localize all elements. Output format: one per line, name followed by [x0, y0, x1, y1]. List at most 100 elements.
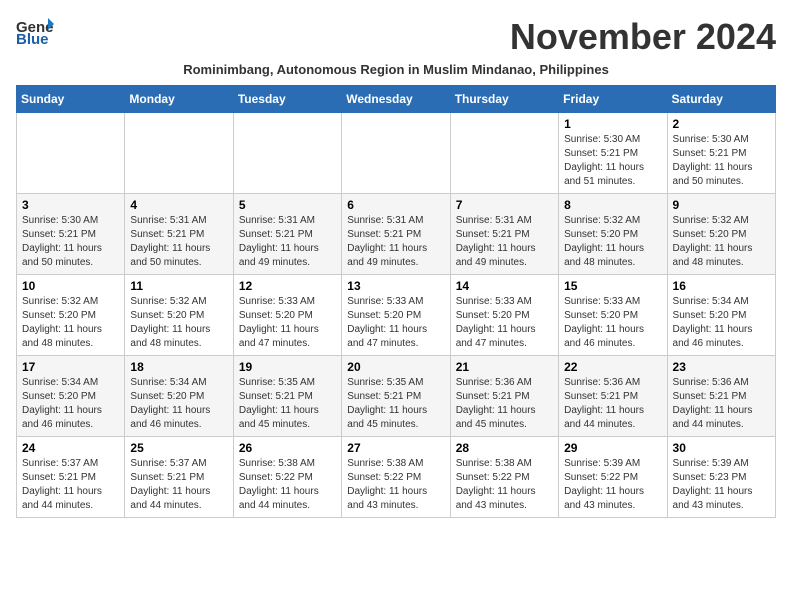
day-info: Sunrise: 5:37 AM Sunset: 5:21 PM Dayligh…	[130, 457, 227, 513]
calendar-week-row: 17 Sunrise: 5:34 AM Sunset: 5:20 PM Dayli…	[17, 356, 776, 437]
calendar-cell: 15 Sunrise: 5:33 AM Sunset: 5:20 PM Dayli…	[559, 275, 667, 356]
day-info: Sunrise: 5:33 AM Sunset: 5:20 PM Dayligh…	[239, 295, 336, 351]
day-info: Sunrise: 5:31 AM Sunset: 5:21 PM Dayligh…	[347, 214, 444, 270]
day-info: Sunrise: 5:31 AM Sunset: 5:21 PM Dayligh…	[239, 214, 336, 270]
day-number: 8	[564, 198, 661, 212]
day-info: Sunrise: 5:33 AM Sunset: 5:20 PM Dayligh…	[564, 295, 661, 351]
calendar-cell: 7 Sunrise: 5:31 AM Sunset: 5:21 PM Daylig…	[450, 194, 558, 275]
day-info: Sunrise: 5:31 AM Sunset: 5:21 PM Dayligh…	[130, 214, 227, 270]
calendar-cell	[233, 113, 341, 194]
day-info: Sunrise: 5:33 AM Sunset: 5:20 PM Dayligh…	[347, 295, 444, 351]
day-number: 6	[347, 198, 444, 212]
day-number: 24	[22, 441, 119, 455]
day-info: Sunrise: 5:36 AM Sunset: 5:21 PM Dayligh…	[564, 376, 661, 432]
calendar-cell: 10 Sunrise: 5:32 AM Sunset: 5:20 PM Dayli…	[17, 275, 125, 356]
day-number: 16	[673, 279, 770, 293]
day-number: 13	[347, 279, 444, 293]
day-number: 17	[22, 360, 119, 374]
calendar-cell: 28Sunrise: 5:38 AM Sunset: 5:22 PM Dayli…	[450, 437, 558, 518]
day-number: 12	[239, 279, 336, 293]
calendar-cell: 29 Sunrise: 5:39 AM Sunset: 5:22 PM Dayli…	[559, 437, 667, 518]
day-number: 26	[239, 441, 336, 455]
calendar-cell: 12 Sunrise: 5:33 AM Sunset: 5:20 PM Dayli…	[233, 275, 341, 356]
day-number: 20	[347, 360, 444, 374]
calendar-day-header: Saturday	[667, 86, 775, 113]
calendar-cell: 22 Sunrise: 5:36 AM Sunset: 5:21 PM Dayli…	[559, 356, 667, 437]
day-number: 18	[130, 360, 227, 374]
calendar-cell: 21 Sunrise: 5:36 AM Sunset: 5:21 PM Dayli…	[450, 356, 558, 437]
day-info: Sunrise: 5:34 AM Sunset: 5:20 PM Dayligh…	[673, 295, 770, 351]
calendar-cell: 18 Sunrise: 5:34 AM Sunset: 5:20 PM Dayli…	[125, 356, 233, 437]
day-number: 7	[456, 198, 553, 212]
calendar-week-row: 24 Sunrise: 5:37 AM Sunset: 5:21 PM Dayli…	[17, 437, 776, 518]
calendar-cell: 30Sunrise: 5:39 AM Sunset: 5:23 PM Dayli…	[667, 437, 775, 518]
day-number: 25	[130, 441, 227, 455]
day-number: 10	[22, 279, 119, 293]
calendar-cell: 17 Sunrise: 5:34 AM Sunset: 5:20 PM Dayli…	[17, 356, 125, 437]
day-number: 30	[673, 441, 770, 455]
day-info: Sunrise: 5:32 AM Sunset: 5:20 PM Dayligh…	[673, 214, 770, 270]
day-info: Sunrise: 5:38 AM Sunset: 5:22 PM Dayligh…	[239, 457, 336, 513]
day-info: Sunrise: 5:37 AM Sunset: 5:21 PM Dayligh…	[22, 457, 119, 513]
calendar-cell	[17, 113, 125, 194]
day-info: Sunrise: 5:36 AM Sunset: 5:21 PM Dayligh…	[456, 376, 553, 432]
day-number: 5	[239, 198, 336, 212]
day-number: 3	[22, 198, 119, 212]
calendar-week-row: 10 Sunrise: 5:32 AM Sunset: 5:20 PM Dayli…	[17, 275, 776, 356]
day-info: Sunrise: 5:32 AM Sunset: 5:20 PM Dayligh…	[130, 295, 227, 351]
calendar-subtitle: Rominimbang, Autonomous Region in Muslim…	[16, 62, 776, 77]
calendar-cell: 3 Sunrise: 5:30 AM Sunset: 5:21 PM Daylig…	[17, 194, 125, 275]
calendar-day-header: Wednesday	[342, 86, 450, 113]
day-info: Sunrise: 5:31 AM Sunset: 5:21 PM Dayligh…	[456, 214, 553, 270]
logo-icon: General Blue	[16, 16, 54, 46]
calendar-cell: 6 Sunrise: 5:31 AM Sunset: 5:21 PM Daylig…	[342, 194, 450, 275]
calendar-cell	[342, 113, 450, 194]
calendar-day-header: Tuesday	[233, 86, 341, 113]
calendar-cell: 25 Sunrise: 5:37 AM Sunset: 5:21 PM Dayli…	[125, 437, 233, 518]
day-number: 15	[564, 279, 661, 293]
day-number: 22	[564, 360, 661, 374]
day-number: 21	[456, 360, 553, 374]
day-number: 29	[564, 441, 661, 455]
day-info: Sunrise: 5:35 AM Sunset: 5:21 PM Dayligh…	[347, 376, 444, 432]
day-info: Sunrise: 5:35 AM Sunset: 5:21 PM Dayligh…	[239, 376, 336, 432]
calendar-cell: 23 Sunrise: 5:36 AM Sunset: 5:21 PM Dayli…	[667, 356, 775, 437]
calendar-cell: 14 Sunrise: 5:33 AM Sunset: 5:20 PM Dayli…	[450, 275, 558, 356]
day-number: 1	[564, 117, 661, 131]
calendar-header-row: SundayMondayTuesdayWednesdayThursdayFrid…	[17, 86, 776, 113]
day-info: Sunrise: 5:38 AM Sunset: 5:22 PM Dayligh…	[347, 457, 444, 513]
calendar-day-header: Monday	[125, 86, 233, 113]
day-number: 19	[239, 360, 336, 374]
svg-text:Blue: Blue	[16, 31, 49, 46]
calendar-cell: 2Sunrise: 5:30 AM Sunset: 5:21 PM Daylig…	[667, 113, 775, 194]
day-number: 4	[130, 198, 227, 212]
day-info: Sunrise: 5:38 AM Sunset: 5:22 PM Dayligh…	[456, 457, 553, 513]
day-number: 11	[130, 279, 227, 293]
calendar-table: SundayMondayTuesdayWednesdayThursdayFrid…	[16, 85, 776, 518]
day-number: 23	[673, 360, 770, 374]
logo: General Blue	[16, 16, 58, 51]
day-number: 27	[347, 441, 444, 455]
day-info: Sunrise: 5:34 AM Sunset: 5:20 PM Dayligh…	[130, 376, 227, 432]
calendar-day-header: Friday	[559, 86, 667, 113]
calendar-week-row: 1 Sunrise: 5:30 AM Sunset: 5:21 PM Daylig…	[17, 113, 776, 194]
calendar-cell: 8 Sunrise: 5:32 AM Sunset: 5:20 PM Daylig…	[559, 194, 667, 275]
calendar-cell: 16 Sunrise: 5:34 AM Sunset: 5:20 PM Dayli…	[667, 275, 775, 356]
day-info: Sunrise: 5:39 AM Sunset: 5:22 PM Dayligh…	[564, 457, 661, 513]
calendar-cell: 1 Sunrise: 5:30 AM Sunset: 5:21 PM Daylig…	[559, 113, 667, 194]
day-info: Sunrise: 5:32 AM Sunset: 5:20 PM Dayligh…	[22, 295, 119, 351]
month-title: November 2024	[510, 16, 776, 58]
day-info: Sunrise: 5:30 AM Sunset: 5:21 PM Dayligh…	[673, 133, 770, 189]
day-info: Sunrise: 5:36 AM Sunset: 5:21 PM Dayligh…	[673, 376, 770, 432]
day-info: Sunrise: 5:30 AM Sunset: 5:21 PM Dayligh…	[22, 214, 119, 270]
day-info: Sunrise: 5:33 AM Sunset: 5:20 PM Dayligh…	[456, 295, 553, 351]
day-info: Sunrise: 5:34 AM Sunset: 5:20 PM Dayligh…	[22, 376, 119, 432]
calendar-cell	[125, 113, 233, 194]
calendar-cell: 4 Sunrise: 5:31 AM Sunset: 5:21 PM Daylig…	[125, 194, 233, 275]
day-info: Sunrise: 5:32 AM Sunset: 5:20 PM Dayligh…	[564, 214, 661, 270]
calendar-cell: 24 Sunrise: 5:37 AM Sunset: 5:21 PM Dayli…	[17, 437, 125, 518]
calendar-cell: 9Sunrise: 5:32 AM Sunset: 5:20 PM Daylig…	[667, 194, 775, 275]
day-number: 14	[456, 279, 553, 293]
day-info: Sunrise: 5:30 AM Sunset: 5:21 PM Dayligh…	[564, 133, 661, 189]
calendar-cell	[450, 113, 558, 194]
